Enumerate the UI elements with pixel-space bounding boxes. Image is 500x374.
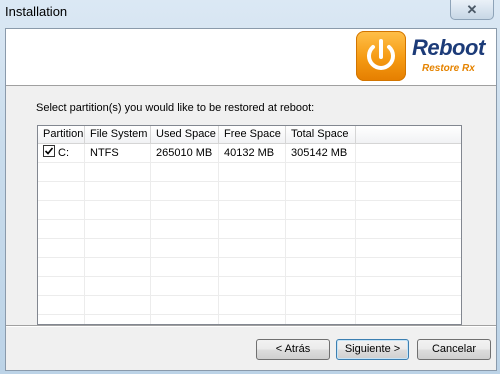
partition-table[interactable]: Partition File System Used Space Free Sp…: [37, 125, 462, 325]
total-space-cell: 305142 MB: [286, 144, 356, 162]
logo-subtitle: Restore Rx: [422, 63, 475, 74]
empty-row: [38, 315, 461, 324]
cancel-button[interactable]: Cancelar: [417, 339, 491, 360]
column-header-free-space[interactable]: Free Space: [219, 126, 286, 143]
partition-checkbox[interactable]: [43, 145, 55, 157]
footer-divider: [6, 325, 496, 327]
window-title: Installation: [5, 4, 68, 19]
column-header-file-system[interactable]: File System: [85, 126, 151, 143]
empty-row: [38, 182, 461, 201]
next-button[interactable]: Siguiente >: [336, 339, 409, 360]
header-banner: Reboot Restore Rx: [6, 29, 496, 86]
close-icon: ✕: [466, 1, 478, 17]
close-button[interactable]: ✕: [450, 0, 494, 20]
column-header-filler: [356, 126, 461, 143]
back-button[interactable]: < Atrás: [256, 339, 330, 360]
table-header: Partition File System Used Space Free Sp…: [38, 126, 461, 144]
instruction-text: Select partition(s) you would like to be…: [36, 102, 315, 114]
installation-window: Installation ✕ Reboot Restore Rx Select …: [0, 0, 500, 374]
table-row[interactable]: C: NTFS 265010 MB 40132 MB 305142 MB: [38, 144, 461, 163]
column-header-total-space[interactable]: Total Space: [286, 126, 356, 143]
used-space-cell: 265010 MB: [151, 144, 219, 162]
free-space-cell: 40132 MB: [219, 144, 286, 162]
column-header-used-space[interactable]: Used Space: [151, 126, 219, 143]
column-header-partition[interactable]: Partition: [38, 126, 85, 143]
empty-row: [38, 296, 461, 315]
empty-row: [38, 239, 461, 258]
file-system-cell: NTFS: [85, 144, 151, 162]
empty-row: [38, 258, 461, 277]
empty-row: [38, 277, 461, 296]
empty-row: [38, 220, 461, 239]
partition-label: C:: [58, 147, 69, 159]
logo-title: Reboot: [412, 35, 485, 60]
empty-row: [38, 163, 461, 182]
empty-row: [38, 201, 461, 220]
power-icon: [356, 31, 406, 81]
partition-cell: C:: [38, 144, 85, 162]
logo: Reboot Restore Rx: [356, 31, 491, 81]
dialog-body: Reboot Restore Rx Select partition(s) yo…: [5, 28, 497, 371]
checkmark-icon: [44, 147, 54, 155]
